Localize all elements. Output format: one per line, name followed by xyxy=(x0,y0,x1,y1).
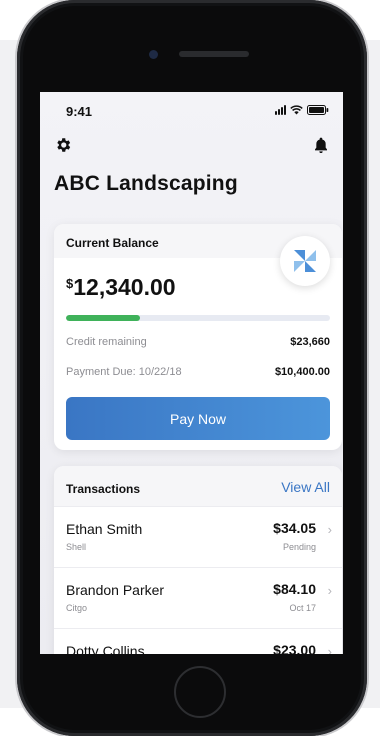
bell-icon[interactable] xyxy=(313,136,329,159)
transactions-title: Transactions xyxy=(66,482,141,496)
view-all-link[interactable]: View All xyxy=(281,479,330,495)
status-bar: 9:41 xyxy=(40,92,343,128)
transaction-amount: $34.05 xyxy=(273,520,316,536)
balance-card: Current Balance $12,340.00 Credit remain… xyxy=(54,224,342,450)
transaction-row[interactable]: Brandon Parker Citgo $84.10 Oct 17 › xyxy=(54,567,342,629)
chevron-right-icon: › xyxy=(327,583,332,598)
transaction-row[interactable]: Ethan Smith Shell $34.05 Pending › xyxy=(54,506,342,568)
status-icons xyxy=(275,105,329,115)
chevron-right-icon: › xyxy=(327,644,332,654)
credit-value: $23,660 xyxy=(290,336,330,348)
transaction-name: Brandon Parker xyxy=(66,582,165,598)
transaction-amount: $84.10 xyxy=(273,581,316,597)
credit-row: Credit remaining $23,660 xyxy=(66,336,330,348)
transaction-status: Pending xyxy=(282,542,316,552)
wifi-icon xyxy=(290,105,303,115)
chevron-right-icon: › xyxy=(327,522,332,537)
transaction-merchant: Citgo xyxy=(66,603,88,613)
status-time: 9:41 xyxy=(66,104,93,119)
transaction-name: Dotty Collins xyxy=(66,643,145,654)
payment-due-value: $10,400.00 xyxy=(274,366,330,378)
pinwheel-logo-icon xyxy=(280,236,330,286)
transaction-amount: $23.00 xyxy=(273,642,316,654)
home-button[interactable] xyxy=(174,666,226,718)
transaction-name: Ethan Smith xyxy=(66,521,143,537)
page-title: ABC Landscaping xyxy=(54,172,238,195)
signal-icon xyxy=(275,105,286,115)
front-camera xyxy=(149,50,158,59)
transactions-card: Transactions View All Ethan Smith Shell … xyxy=(54,466,342,654)
app-screen: 9:41 ABC Landscaping Current Balance $12… xyxy=(40,92,343,654)
pay-now-button[interactable]: Pay Now xyxy=(66,397,330,440)
payment-due-label: Payment Due: 10/22/18 xyxy=(66,366,182,378)
balance-label: Current Balance xyxy=(66,236,159,250)
gear-icon[interactable] xyxy=(54,136,72,159)
balance-value: 12,340.00 xyxy=(73,274,176,300)
transaction-status: Oct 17 xyxy=(289,603,316,613)
credit-progress-bar xyxy=(66,315,330,321)
credit-label: Credit remaining xyxy=(66,336,147,348)
earpiece-speaker xyxy=(179,51,249,57)
currency-symbol: $ xyxy=(66,276,74,291)
payment-due-row: Payment Due: 10/22/18 $10,400.00 xyxy=(66,366,330,378)
transaction-row[interactable]: Dotty Collins $23.00 › xyxy=(54,628,342,654)
transaction-merchant: Shell xyxy=(66,542,87,552)
balance-amount: $12,340.00 xyxy=(66,274,176,301)
credit-progress-fill xyxy=(66,315,140,321)
battery-icon xyxy=(307,105,329,115)
